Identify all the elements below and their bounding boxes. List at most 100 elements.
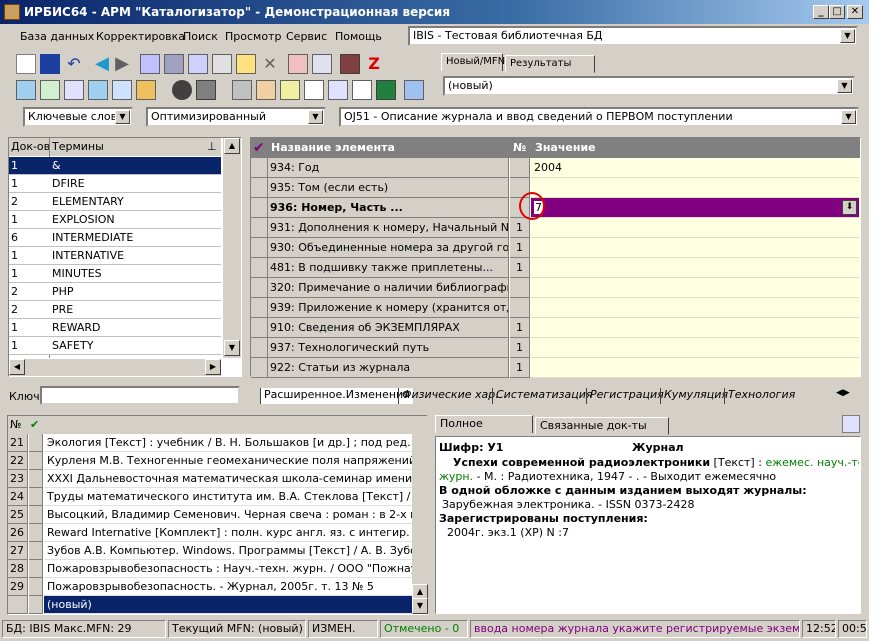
grid-row[interactable]: 931: Дополнения к номеру, Начальный N в … [251,218,859,238]
terms-row[interactable]: 1 INTERNATIVE [9,247,221,265]
document-row[interactable]: 23 XXXI Дальневосточная математическая шк… [8,470,412,488]
field-value[interactable]: 7 ⬇ [531,198,859,218]
app-icon[interactable] [4,4,20,20]
document-check[interactable] [29,488,43,506]
document-row[interactable]: 21 Экология [Текст] : учебник / В. Н. Бол… [8,434,412,452]
page-icon[interactable] [304,80,324,100]
maximize-button[interactable]: □ [829,5,845,19]
terms-row[interactable]: 1 EXPLOSION [9,211,221,229]
grid-row[interactable]: 934: Год 2004 [251,158,859,178]
tab-systematization[interactable]: Систематизация [492,388,596,404]
document-check[interactable] [29,506,43,524]
tab-linked-docs[interactable]: Связанные док-ты (НЕТ) [535,417,669,448]
scroll-right-icon[interactable]: ▶ [205,359,221,375]
tab-advanced-changes[interactable]: Расширенное.Изменения [260,388,413,404]
keywords-select[interactable]: Ключевые слова ▼ [23,107,133,127]
tab-search-results[interactable]: Результаты поиска [505,55,595,85]
worksheet-select[interactable]: OJ51 - Описание журнала и ввод сведений … [339,107,859,127]
database-select[interactable]: IBIS - Тестовая библиотечная БД ▼ [408,26,858,46]
chevron-down-icon[interactable]: ▼ [115,110,130,124]
eye-icon[interactable] [172,80,192,100]
chevron-down-icon[interactable]: ▼ [840,29,855,43]
mfn-select[interactable]: (новый) ▼ [443,76,855,96]
clipboard-icon[interactable] [188,54,208,74]
document-check[interactable] [29,542,43,560]
terms-vscroll[interactable]: ▲ ▼ [223,138,241,358]
field-value[interactable] [531,258,859,278]
key-input[interactable] [40,386,240,405]
document-row[interactable]: 25 Высоцкий, Владимир Семенович. Черная с… [8,506,412,524]
terms-row[interactable]: 2 PHP [9,283,221,301]
export-icon[interactable] [312,54,332,74]
terms-row[interactable]: 1 & [9,157,221,175]
tree-icon[interactable] [212,54,232,74]
chevron-down-icon[interactable]: ▼ [308,110,323,124]
field-value[interactable] [531,178,859,198]
field-value[interactable] [531,298,859,318]
terms-row[interactable]: 6 INTERMEDIATE [9,229,221,247]
terms-row[interactable]: 1 REWARD [9,319,221,337]
tab-full-description[interactable]: Полное описание [435,415,533,446]
tab-cumulation[interactable]: Кумуляция [660,388,731,404]
grid-row[interactable]: 939: Приложение к номеру (хранится отдел… [251,298,859,318]
comment-icon[interactable] [16,80,36,100]
tab-scroll-icon[interactable]: ◀▶ [836,388,850,398]
new-document-icon[interactable] [16,54,36,74]
menu-view[interactable]: Просмотр [225,30,281,43]
terms-row[interactable]: 2 PRE [9,301,221,319]
field-value[interactable] [531,238,859,258]
print-icon[interactable] [232,80,252,100]
field-value[interactable] [531,318,859,338]
field-value[interactable] [531,278,859,298]
document-row[interactable]: 28 Пожаровзрывобезопасность : Науч.-техн.… [8,560,412,578]
document-row[interactable]: 26 Reward Internative [Комплект] : полн. … [8,524,412,542]
print-preview-icon[interactable] [256,80,276,100]
dropdown-arrow-icon[interactable]: ⬇ [842,200,857,215]
edit-icon[interactable] [236,54,256,74]
document-check[interactable] [29,596,43,614]
grid-row[interactable]: 320: Примечание о наличии библиографии/у… [251,278,859,298]
chevron-down-icon[interactable]: ▼ [841,110,856,124]
menu-service[interactable]: Сервис [286,30,327,43]
search-mode-select[interactable]: Оптимизированный ▼ [146,107,326,127]
grid-row[interactable]: 481: В подшивку также приплетены... 1 [251,258,859,278]
document-check[interactable] [29,524,43,542]
grid-row[interactable]: 936: Номер, Часть ... 7 ⬇ [251,198,859,218]
terms-row[interactable]: 2 ELEMENTARY [9,193,221,211]
pin-icon[interactable]: ⊥ [207,138,217,156]
scroll-left-icon[interactable]: ◀ [9,359,25,375]
menu-help[interactable]: Помощь [335,30,382,43]
save-icon[interactable] [40,54,60,74]
back-icon[interactable]: ◀ [92,54,112,74]
grid-row[interactable]: 935: Том (если есть) [251,178,859,198]
tab-physical[interactable]: Физические хар. [398,388,502,404]
document-row[interactable]: 29 Пожаровзрывобезопасность. - Журнал, 20… [8,578,412,596]
search-form-icon[interactable] [40,80,60,100]
scroll-down-icon[interactable]: ▼ [224,340,240,356]
terms-hscroll[interactable]: ◀ ▶ [9,359,221,376]
hand-icon[interactable] [136,80,156,100]
tab-technology[interactable]: Технология [724,388,798,404]
grid-icon[interactable] [164,54,184,74]
print-icon[interactable] [842,415,860,433]
document-row[interactable]: 27 Зубов А.В. Компьютер. Windows. Програм… [8,542,412,560]
scroll-up-icon[interactable]: ▲ [224,138,240,154]
tab-new-mfn[interactable]: Новый/MFN [441,53,505,71]
terms-row[interactable]: 1 SAFETY [9,337,221,355]
undo-icon[interactable]: ↶ [64,54,84,74]
documents-vscroll[interactable]: ▲ ▼ [412,416,428,614]
grid-row[interactable]: 937: Технологический путь 1 [251,338,859,358]
document-check[interactable] [29,578,43,596]
delete-icon[interactable]: ✕ [260,54,280,74]
menu-edit[interactable]: Корректировка [96,30,185,43]
copy-icon[interactable] [328,80,348,100]
report-icon[interactable] [280,80,300,100]
scroll-down-icon[interactable]: ▼ [412,598,428,614]
field-value[interactable]: 2004 [531,158,859,178]
grid-row[interactable]: 922: Статьи из журнала 1 [251,358,859,378]
document-check[interactable] [29,560,43,578]
document-check[interactable] [29,452,43,470]
field-value[interactable] [531,338,859,358]
field-value[interactable] [531,358,859,378]
excel-icon[interactable] [376,80,396,100]
